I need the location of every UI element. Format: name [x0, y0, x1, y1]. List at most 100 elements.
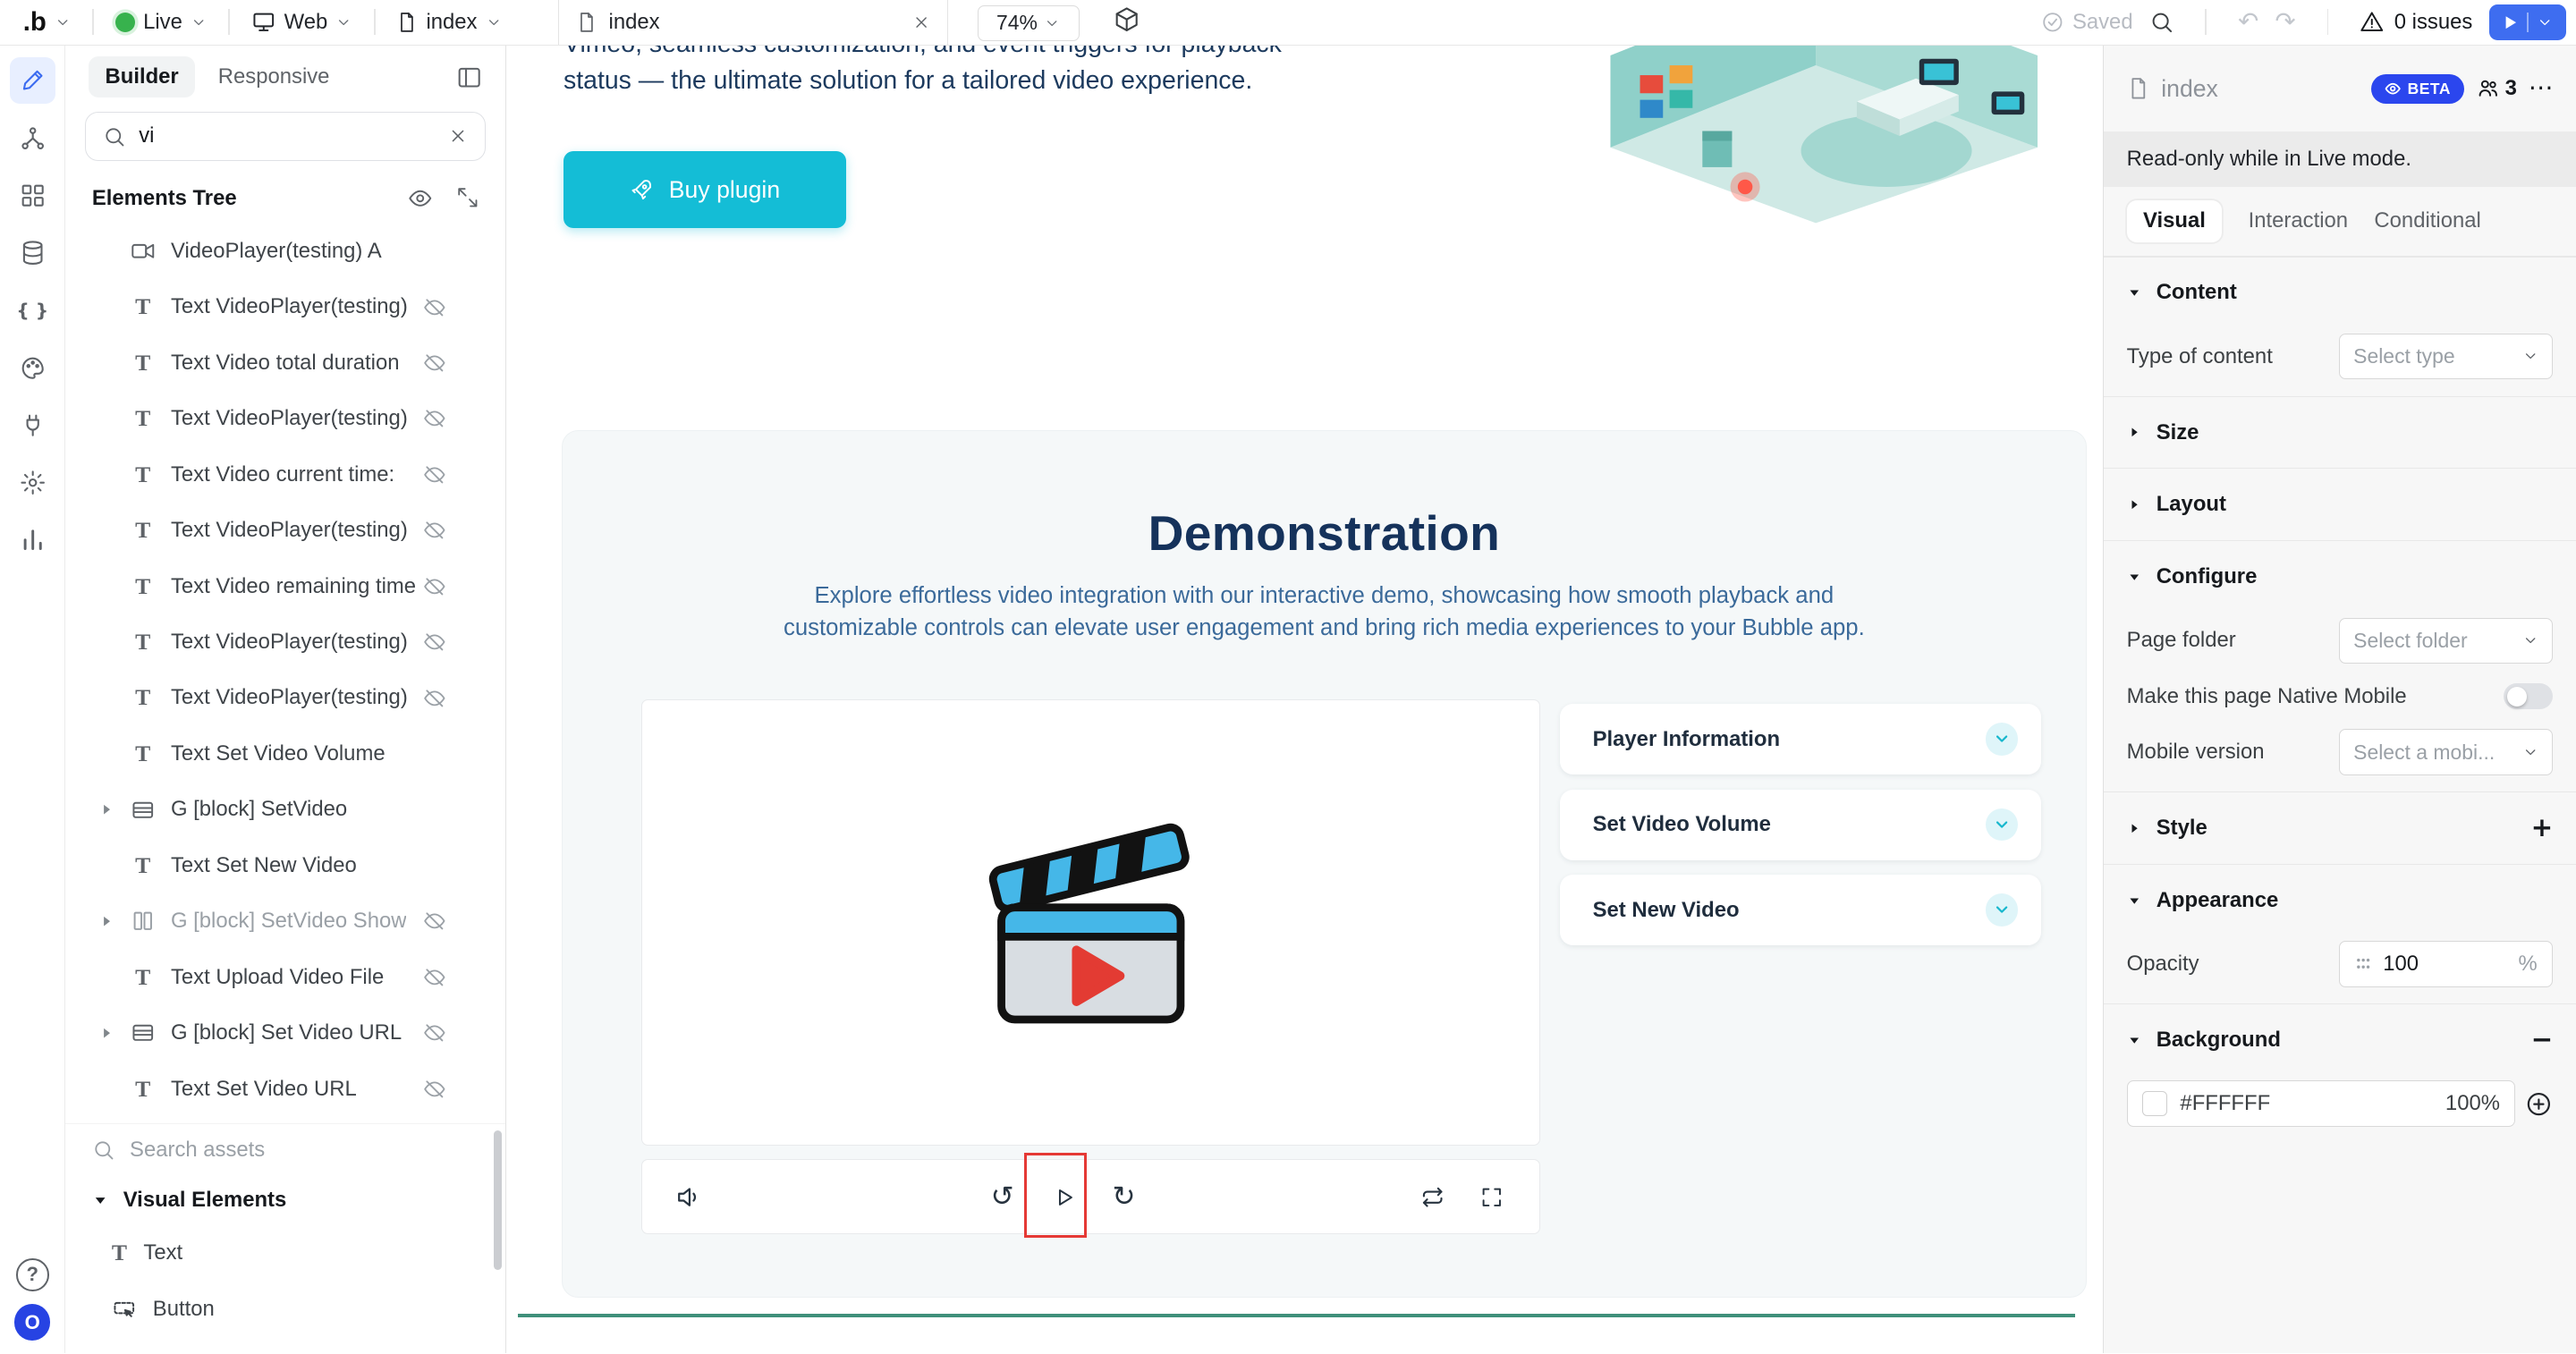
property-tabs: Visual Interaction Conditional — [2104, 187, 2576, 256]
tab-index[interactable]: index — [558, 0, 947, 45]
remove-background-icon[interactable]: − — [2531, 1027, 2554, 1053]
data-tab-button[interactable] — [10, 230, 55, 275]
type-of-content-label: Type of content — [2127, 344, 2273, 369]
section-configure[interactable]: Configure — [2104, 540, 2576, 613]
tree-item[interactable]: G [block] SetVideo Show — [65, 893, 504, 949]
caret-right-icon[interactable] — [98, 801, 114, 817]
components-tab-button[interactable] — [10, 173, 55, 218]
section-appearance[interactable]: Appearance — [2104, 864, 2576, 936]
tree-item[interactable]: T Text Video current time: — [65, 447, 504, 503]
scrollbar-thumb[interactable] — [494, 1130, 502, 1270]
opacity-input[interactable]: 100 % — [2339, 941, 2553, 986]
accordion-set-video-volume[interactable]: Set Video Volume — [1560, 790, 2041, 860]
page-folder-dropdown[interactable]: Select folder — [2339, 618, 2553, 664]
section-size[interactable]: Size — [2104, 396, 2576, 469]
settings-tab-button[interactable] — [10, 460, 55, 505]
chevron-down-icon[interactable] — [2537, 14, 2553, 30]
mobile-version-dropdown[interactable]: Select a mobi... — [2339, 729, 2553, 774]
tab-conditional[interactable]: Conditional — [2374, 208, 2480, 233]
clear-search-icon[interactable] — [448, 126, 468, 146]
chevron-down-icon[interactable] — [1986, 723, 2019, 756]
elements-search[interactable] — [85, 112, 485, 161]
tab-visual[interactable]: Visual — [2127, 200, 2223, 241]
type-of-content-dropdown[interactable]: Select type — [2339, 334, 2553, 379]
chevron-down-icon — [191, 14, 207, 30]
color-swatch[interactable] — [2142, 1091, 2167, 1116]
avatar[interactable]: O — [14, 1304, 50, 1340]
video-player-area[interactable] — [641, 699, 1540, 1147]
bubble-logo-menu[interactable]: .b — [16, 7, 77, 38]
fullscreen-button[interactable] — [1474, 1160, 1510, 1235]
page-selector[interactable]: index — [390, 10, 508, 35]
volume-button[interactable] — [672, 1160, 705, 1235]
tree-item[interactable]: T Text VideoPlayer(testing) — [65, 670, 504, 725]
collapse-panel-icon[interactable] — [456, 64, 482, 90]
accordion-player-information[interactable]: Player Information — [1560, 704, 2041, 774]
tree-item[interactable]: G [block] SetVideo — [65, 782, 504, 837]
tree-item[interactable]: T Text Video remaining time — [65, 558, 504, 614]
logs-tab-button[interactable] — [10, 517, 55, 563]
tree-item[interactable]: T Text VideoPlayer(testing) — [65, 503, 504, 558]
rewind-button[interactable]: ↺ — [984, 1160, 1020, 1235]
palette-item-button[interactable]: Button — [65, 1281, 504, 1336]
workflow-tab-button[interactable] — [10, 115, 55, 161]
component-library-button[interactable] — [1114, 6, 1140, 32]
preview-button[interactable] — [2489, 4, 2566, 40]
caret-right-icon[interactable] — [98, 913, 114, 929]
zoom-selector[interactable]: 74% — [978, 5, 1080, 41]
accordion-set-new-video[interactable]: Set New Video — [1560, 875, 2041, 945]
tree-item[interactable]: T Text Video total duration — [65, 335, 504, 391]
tab-responsive[interactable]: Responsive — [218, 64, 330, 89]
tree-item[interactable]: VideoPlayer(testing) A — [65, 224, 504, 279]
design-tab-button[interactable] — [10, 57, 55, 103]
section-layout[interactable]: Layout — [2104, 468, 2576, 540]
chevron-down-icon — [2522, 632, 2538, 648]
tab-builder[interactable]: Builder — [89, 56, 195, 97]
redo-icon[interactable]: ↷ — [2275, 10, 2296, 35]
buy-plugin-button[interactable]: Buy plugin — [564, 151, 846, 228]
platform-selector[interactable]: Web — [245, 10, 360, 35]
palette-item-text[interactable]: T Text — [65, 1225, 504, 1281]
loop-button[interactable] — [1415, 1160, 1451, 1235]
chevron-down-icon[interactable] — [1986, 893, 2019, 927]
search-icon[interactable] — [2149, 10, 2174, 35]
add-style-icon[interactable]: + — [2531, 815, 2554, 841]
collaborators-indicator[interactable]: 3 — [2476, 76, 2517, 101]
add-color-icon[interactable] — [2525, 1090, 2553, 1118]
backend-tab-button[interactable]: { } — [10, 287, 55, 333]
caret-right-icon[interactable] — [98, 1025, 114, 1041]
tree-item[interactable]: T Text Set New Video — [65, 838, 504, 893]
section-content[interactable]: Content — [2104, 257, 2576, 329]
more-options-icon[interactable]: ⋯ — [2529, 76, 2554, 101]
plugins-tab-button[interactable] — [10, 402, 55, 448]
undo-icon[interactable]: ↶ — [2238, 10, 2258, 35]
help-icon[interactable]: ? — [16, 1258, 49, 1291]
tree-item[interactable]: T Text VideoPlayer(testing) — [65, 279, 504, 334]
page-canvas[interactable]: Vimeo, seamless customization, and event… — [506, 46, 2103, 1353]
check-circle-icon — [2041, 11, 2064, 34]
section-style[interactable]: Style + — [2104, 791, 2576, 864]
tree-item[interactable]: T Text VideoPlayer(testing) — [65, 614, 504, 670]
tree-item[interactable]: T Text VideoPlayer(testing) — [65, 391, 504, 446]
close-tab-icon[interactable] — [912, 13, 930, 31]
expand-icon[interactable] — [456, 186, 479, 209]
styles-tab-button[interactable] — [10, 345, 55, 391]
tab-interaction[interactable]: Interaction — [2249, 208, 2348, 233]
section-background[interactable]: Background − — [2104, 1003, 2576, 1076]
search-input[interactable] — [139, 123, 435, 148]
forward-button[interactable]: ↻ — [1106, 1160, 1141, 1235]
background-color-input[interactable]: #FFFFFF 100% — [2127, 1080, 2516, 1126]
tree-item[interactable]: T Text Set Video Volume — [65, 726, 504, 782]
visual-elements-section[interactable]: Visual Elements — [65, 1176, 504, 1225]
native-mobile-toggle[interactable] — [2504, 683, 2553, 709]
assets-search-input[interactable] — [130, 1138, 479, 1163]
environment-selector[interactable]: Live — [109, 10, 214, 35]
chevron-down-icon[interactable] — [1986, 808, 2019, 842]
issues-indicator[interactable]: 0 issues — [2360, 10, 2472, 35]
assets-search[interactable] — [65, 1123, 504, 1176]
tree-item[interactable]: G [block] Set Video URL — [65, 1005, 504, 1061]
eye-icon[interactable] — [408, 186, 433, 211]
chevron-down-icon — [2522, 348, 2538, 364]
tree-item[interactable]: T Text Set Video URL — [65, 1061, 504, 1116]
tree-item[interactable]: T Text Upload Video File — [65, 949, 504, 1004]
